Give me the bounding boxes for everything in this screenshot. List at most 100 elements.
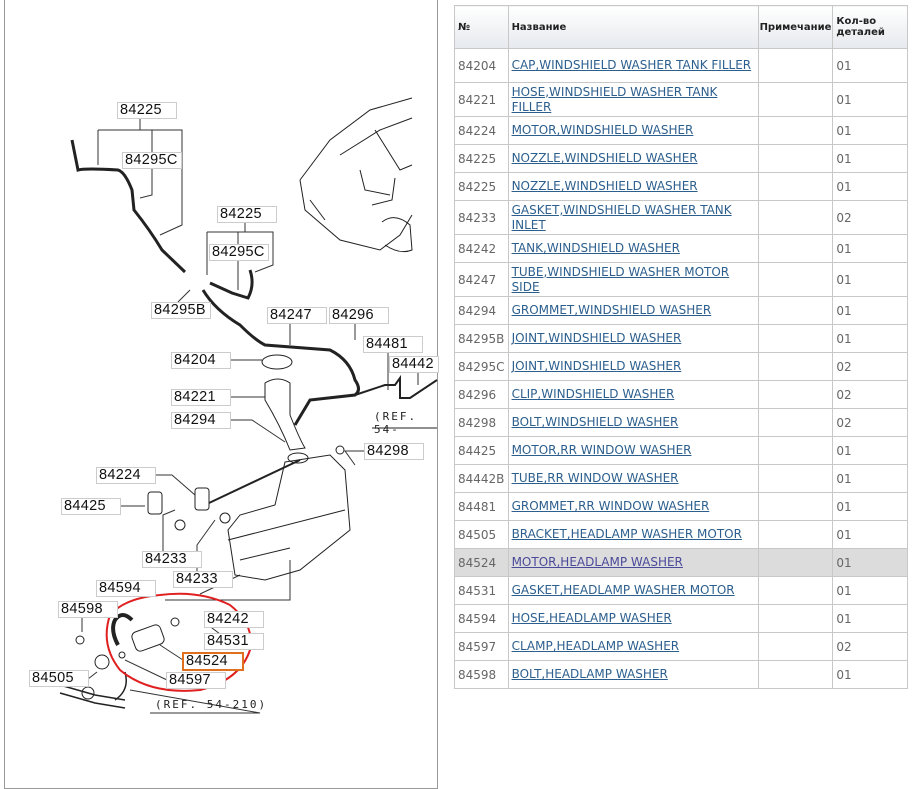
part-link[interactable]: MOTOR,WINDSHIELD WASHER [512, 123, 694, 137]
callout-label[interactable]: 84597 [166, 672, 226, 689]
table-row[interactable]: 84598 BOLT,HEADLAMP WASHER 01 [454, 660, 909, 689]
vehicle-wiring [359, 169, 396, 206]
part-link[interactable]: GROMMET,WINDSHIELD WASHER [512, 303, 712, 317]
cell-name: BOLT,WINDSHIELD WASHER [507, 408, 759, 437]
callout-label[interactable]: 84221 [171, 389, 231, 406]
cell-note [757, 324, 834, 353]
ws-washer-motor [194, 487, 210, 511]
table-row[interactable]: 84531 GASKET,HEADLAMP WASHER MOTOR 01 [454, 576, 909, 605]
cell-name: MOTOR,WINDSHIELD WASHER [507, 116, 759, 145]
part-link[interactable]: CAP,WINDSHIELD WASHER TANK FILLER [512, 58, 752, 72]
part-link[interactable]: TUBE,WINDSHIELD WASHER MOTOR SIDE [512, 265, 730, 294]
cell-note [757, 82, 834, 117]
cell-note [757, 520, 834, 549]
table-row[interactable]: 84481 GROMMET,RR WINDOW WASHER 01 [454, 492, 909, 521]
table-row[interactable]: 84505 BRACKET,HEADLAMP WASHER MOTOR 01 [454, 520, 909, 549]
cell-note [757, 234, 834, 263]
callout-label[interactable]: 84425 [61, 498, 121, 515]
callout-label[interactable]: 84295C [122, 152, 182, 169]
callout-label[interactable]: 84225 [217, 206, 277, 223]
cell-name: CLAMP,HEADLAMP WASHER [507, 632, 759, 661]
callout-label[interactable]: 84531 [204, 633, 264, 650]
cell-name: HOSE,WINDSHIELD WASHER TANK FILLER [507, 82, 759, 117]
part-link[interactable]: JOINT,WINDSHIELD WASHER [512, 331, 682, 345]
header-note: Примечание [757, 5, 834, 49]
bolt-84298 [335, 445, 345, 455]
table-row[interactable]: 84295B JOINT,WINDSHIELD WASHER 01 [454, 324, 909, 353]
table-row[interactable]: 84225 NOZZLE,WINDSHIELD WASHER 01 [454, 172, 909, 201]
table-row[interactable]: 84224 MOTOR,WINDSHIELD WASHER 01 [454, 116, 909, 145]
part-link[interactable]: JOINT,WINDSHIELD WASHER [512, 359, 682, 373]
part-link[interactable]: CLAMP,HEADLAMP WASHER [512, 639, 680, 653]
callout-label[interactable]: 84598 [58, 601, 118, 618]
cell-qty: 01 [832, 660, 909, 689]
cell-name: JOINT,WINDSHIELD WASHER [507, 352, 759, 381]
part-link[interactable]: MOTOR,HEADLAMP WASHER [512, 555, 683, 569]
bracket-84505 [94, 654, 110, 670]
table-row[interactable]: 84524 MOTOR,HEADLAMP WASHER 01 [454, 548, 909, 577]
part-link[interactable]: HOSE,HEADLAMP WASHER [512, 611, 672, 625]
table-row[interactable]: 84294 GROMMET,WINDSHIELD WASHER 01 [454, 296, 909, 325]
cell-note [757, 604, 834, 633]
callout-label[interactable]: 84594 [96, 580, 156, 597]
callout-label[interactable]: 84442 [389, 356, 439, 373]
callout-label[interactable]: 84242 [204, 611, 264, 628]
ref-label-bottom: (REF. 54-210) [155, 698, 268, 711]
callout-label[interactable]: 84225 [117, 102, 177, 119]
part-link[interactable]: NOZZLE,WINDSHIELD WASHER [512, 179, 698, 193]
table-row[interactable]: 84298 BOLT,WINDSHIELD WASHER 02 [454, 408, 909, 437]
part-link[interactable]: MOTOR,RR WINDOW WASHER [512, 443, 692, 457]
part-link[interactable]: GASKET,WINDSHIELD WASHER TANK INLET [512, 203, 732, 232]
table-header: № Название Примечание Кол-во деталей [454, 5, 909, 49]
table-row[interactable]: 84221 HOSE,WINDSHIELD WASHER TANK FILLER 0… [454, 82, 909, 117]
cell-qty: 01 [832, 172, 909, 201]
callout-label[interactable]: 84204 [171, 352, 231, 369]
callout-label[interactable]: 84296 [329, 307, 389, 324]
callout-label[interactable]: 84481 [363, 336, 423, 353]
callout-label[interactable]: 84224 [96, 467, 156, 484]
cell-note [757, 548, 834, 577]
callout-label[interactable]: 84233 [173, 571, 233, 588]
part-link[interactable]: GROMMET,RR WINDOW WASHER [512, 499, 710, 513]
callout-label[interactable]: 84295B [151, 302, 211, 319]
part-link[interactable]: GASKET,HEADLAMP WASHER MOTOR [512, 583, 735, 597]
callout-label[interactable]: 84505 [29, 670, 89, 687]
part-link[interactable]: CLIP,WINDSHIELD WASHER [512, 387, 675, 401]
callout-label[interactable]: 84298 [364, 443, 424, 460]
table-row[interactable]: 84425 MOTOR,RR WINDOW WASHER 01 [454, 436, 909, 465]
callout-label[interactable]: 84247 [267, 307, 327, 324]
table-row[interactable]: 84442B TUBE,RR WINDOW WASHER 01 [454, 464, 909, 493]
callout-label-selected[interactable]: 84524 [182, 652, 244, 671]
table-row[interactable]: 84247 TUBE,WINDSHIELD WASHER MOTOR SIDE 01 [454, 262, 909, 297]
cell-num: 84524 [454, 548, 509, 577]
table-row[interactable]: 84594 HOSE,HEADLAMP WASHER 01 [454, 604, 909, 633]
clamp-84597 [118, 651, 126, 659]
callout-label[interactable]: 84233 [142, 551, 202, 568]
cell-name: GROMMET,RR WINDOW WASHER [507, 492, 759, 521]
header-name: Название [507, 5, 759, 49]
cell-note [757, 492, 834, 521]
table-row[interactable]: 84296 CLIP,WINDSHIELD WASHER 02 [454, 380, 909, 409]
callout-label[interactable]: 84295C [209, 244, 269, 261]
table-row[interactable]: 84204 CAP,WINDSHIELD WASHER TANK FILLER 01 [454, 48, 909, 83]
cell-name: HOSE,HEADLAMP WASHER [507, 604, 759, 633]
part-link[interactable]: BOLT,HEADLAMP WASHER [512, 667, 668, 681]
part-link[interactable]: BOLT,WINDSHIELD WASHER [512, 415, 679, 429]
part-link[interactable]: TANK,WINDSHIELD WASHER [512, 241, 680, 255]
part-link[interactable]: TUBE,RR WINDOW WASHER [512, 471, 679, 485]
callout-label[interactable]: 84294 [171, 412, 231, 429]
part-link[interactable]: BRACKET,HEADLAMP WASHER MOTOR [512, 527, 742, 541]
cell-qty: 01 [832, 604, 909, 633]
part-link[interactable]: NOZZLE,WINDSHIELD WASHER [512, 151, 698, 165]
table-row[interactable]: 84295C JOINT,WINDSHIELD WASHER 02 [454, 352, 909, 381]
table-row[interactable]: 84233 GASKET,WINDSHIELD WASHER TANK INLET… [454, 200, 909, 235]
cell-name: JOINT,WINDSHIELD WASHER [507, 324, 759, 353]
cell-name: NOZZLE,WINDSHIELD WASHER [507, 144, 759, 173]
cell-note [757, 408, 834, 437]
part-link[interactable]: HOSE,WINDSHIELD WASHER TANK FILLER [512, 85, 718, 114]
table-row[interactable]: 84242 TANK,WINDSHIELD WASHER 01 [454, 234, 909, 263]
table-row[interactable]: 84225 NOZZLE,WINDSHIELD WASHER 01 [454, 144, 909, 173]
cell-num: 84204 [454, 48, 509, 83]
table-row[interactable]: 84597 CLAMP,HEADLAMP WASHER 02 [454, 632, 909, 661]
cell-qty: 01 [832, 576, 909, 605]
